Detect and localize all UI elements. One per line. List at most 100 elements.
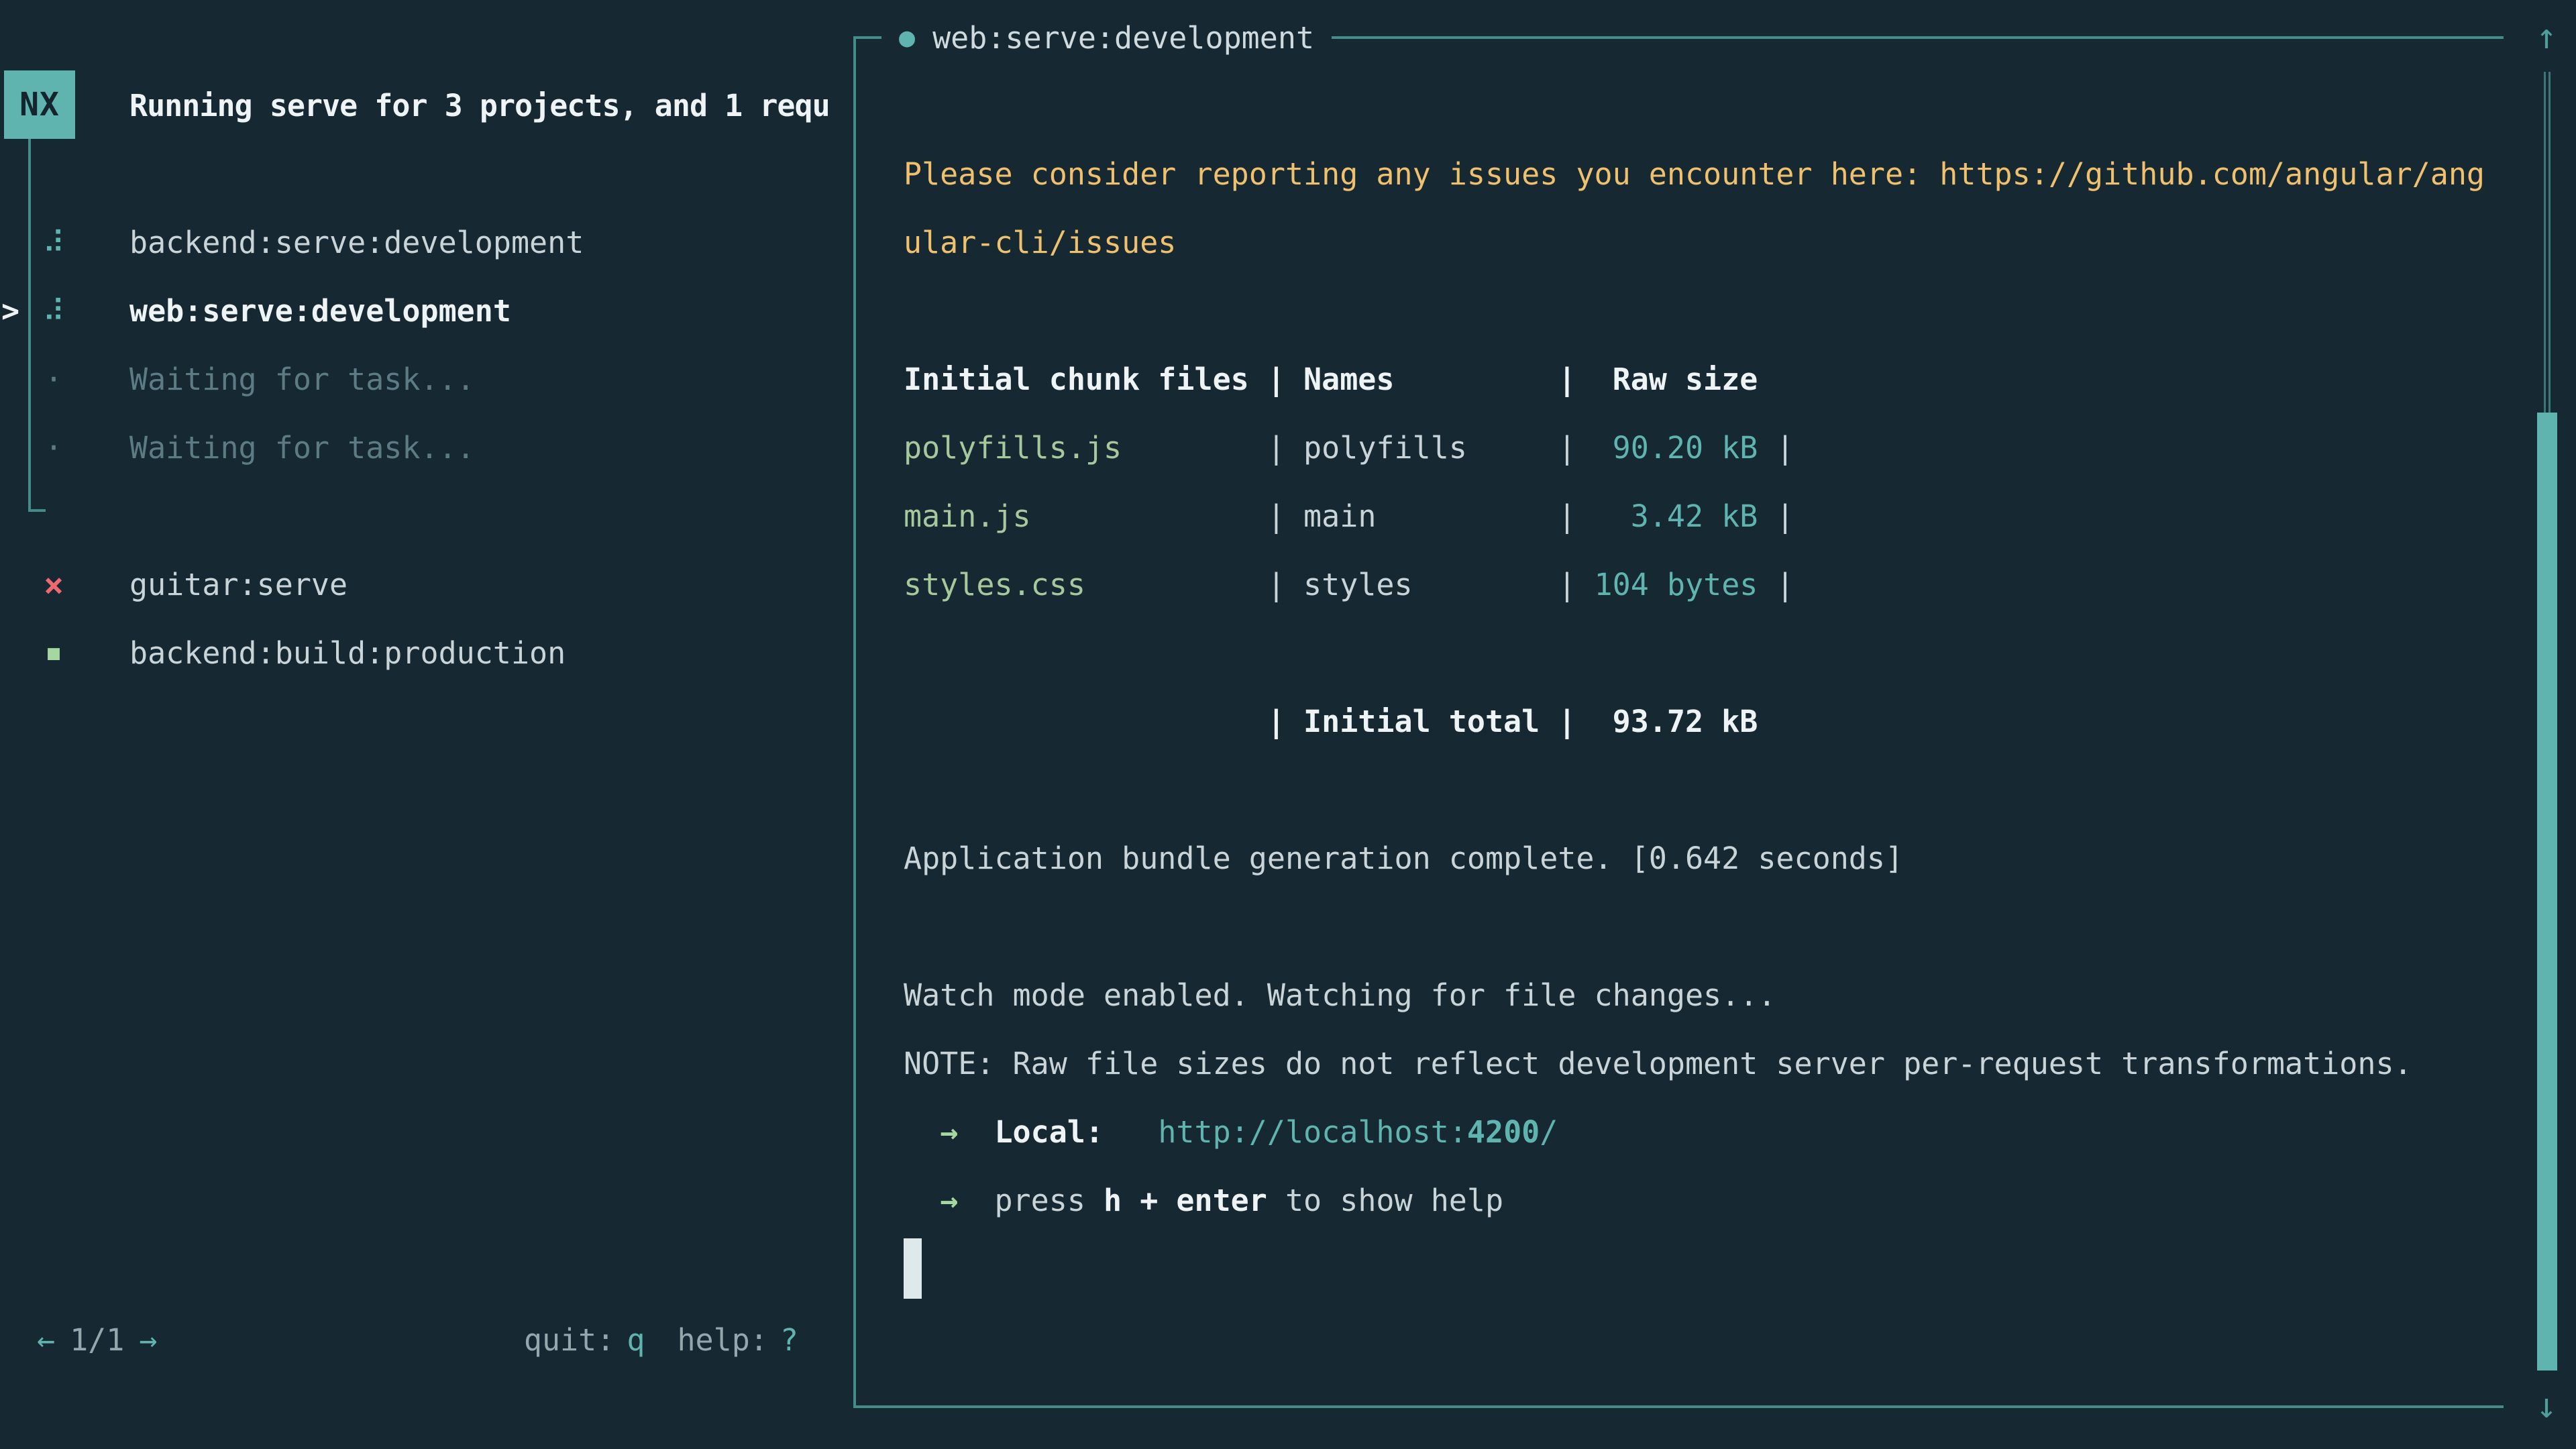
- cross-icon: ×: [39, 551, 68, 619]
- panel-border: [853, 1405, 2504, 1408]
- text-segment: [958, 1114, 994, 1150]
- text-segment: Application bundle generation complete. …: [904, 841, 1903, 876]
- text-segment: | Initial total | 93.72 kB: [904, 704, 1758, 739]
- text-segment: |: [1085, 567, 1303, 602]
- text-segment: Initial chunk files | Names | Raw size: [904, 362, 1758, 397]
- text-segment: polyfills: [1303, 430, 1467, 466]
- arrow-icon: →: [940, 1114, 958, 1150]
- text-segment: 3.42 kB: [1595, 498, 1758, 534]
- terminal-line: | Initial total | 93.72 kB: [904, 688, 2485, 756]
- pager-next-arrow-icon[interactable]: →: [139, 1322, 157, 1358]
- selected-marker-icon: >: [1, 277, 19, 345]
- sidebar-items: ⠼ backend:serve:development > ⠼ web:serve:de…: [0, 209, 852, 688]
- sidebar-item-web-serve-development[interactable]: > ⠼ web:serve:development: [0, 277, 852, 345]
- terminal-line: Initial chunk files | Names | Raw size: [904, 345, 2485, 414]
- text-segment: styles.css: [904, 567, 1085, 602]
- task-label: backend:build:production: [129, 619, 566, 688]
- square-icon: ■: [39, 619, 68, 688]
- text-segment: |: [1413, 567, 1595, 602]
- task-label: Waiting for task...: [129, 414, 475, 482]
- text-segment: [904, 1114, 940, 1150]
- task-label: Waiting for task...: [129, 345, 475, 414]
- sidebar-item-backend-build-production[interactable]: ■ backend:build:production: [0, 619, 852, 688]
- terminal-screen: NX Running serve for 3 projects, and 1 r…: [0, 0, 2576, 1449]
- quit-hint-label: quit:: [524, 1322, 614, 1358]
- terminal-line: Please consider reporting any issues you…: [904, 140, 2485, 209]
- text-segment: |: [1467, 430, 1595, 466]
- text-segment: NOTE: Raw file sizes do not reflect deve…: [904, 1046, 2412, 1081]
- help-key: ?: [780, 1322, 798, 1358]
- scroll-up-arrow-icon[interactable]: ↑: [2529, 10, 2564, 64]
- scrollbar-thumb[interactable]: [2537, 413, 2557, 1371]
- nx-logo: NX: [4, 70, 75, 139]
- spinner-icon: ⠼: [39, 209, 68, 277]
- sidebar-spacer: [0, 482, 852, 551]
- text-segment: ular-cli/issues: [904, 225, 1176, 260]
- local-url-port[interactable]: 4200: [1467, 1114, 1540, 1150]
- sidebar-title: Running serve for 3 projects, and 1 requ: [129, 72, 851, 140]
- text-segment: [1104, 1114, 1158, 1150]
- terminal-line: Watch mode enabled. Watching for file ch…: [904, 961, 2485, 1030]
- dot-icon: ·: [39, 414, 68, 482]
- panel-lines: Please consider reporting any issues you…: [904, 140, 2485, 1303]
- terminal-line: [904, 1235, 2485, 1303]
- terminal-line: [904, 277, 2485, 345]
- text-segment: main.js: [904, 498, 1031, 534]
- text-segment: [958, 1183, 994, 1218]
- text-segment: |: [1758, 498, 1794, 534]
- panel-title-bar: ● web:serve:development: [853, 3, 2504, 72]
- scroll-down-arrow-icon[interactable]: ↓: [2529, 1379, 2564, 1433]
- local-url[interactable]: http://localhost:: [1158, 1114, 1467, 1150]
- task-label: backend:serve:development: [129, 209, 584, 277]
- text-segment: |: [1758, 567, 1794, 602]
- panel-border: [853, 36, 856, 1408]
- text-segment: Please consider reporting any issues you…: [904, 156, 2485, 192]
- terminal-line: main.js | main | 3.42 kB |: [904, 482, 2485, 551]
- text-segment: styles: [1303, 567, 1413, 602]
- task-label: web:serve:development: [129, 277, 511, 345]
- sidebar-item-guitar-serve[interactable]: × guitar:serve: [0, 551, 852, 619]
- terminal-line: [904, 756, 2485, 824]
- text-segment: Local:: [994, 1114, 1104, 1150]
- text-segment: 90.20 kB: [1595, 430, 1758, 466]
- spinner-icon: ⠼: [39, 277, 68, 345]
- text-segment: |: [1122, 430, 1303, 466]
- sidebar-item-waiting-for-task[interactable]: · Waiting for task...: [0, 414, 852, 482]
- text-segment: [904, 1183, 940, 1218]
- terminal-line: → Local: http://localhost:4200/: [904, 1098, 2485, 1167]
- text-segment: |: [1031, 498, 1303, 534]
- terminal-line: styles.css | styles | 104 bytes |: [904, 551, 2485, 619]
- pager-prev-arrow-icon[interactable]: ←: [37, 1322, 55, 1358]
- pager-position: 1/1: [70, 1322, 124, 1358]
- panel-title: web:serve:development: [932, 20, 1314, 56]
- task-label: guitar:serve: [129, 551, 347, 619]
- text-segment: |: [1758, 430, 1794, 466]
- arrow-icon: →: [940, 1183, 958, 1218]
- text-segment: 104 bytes: [1595, 567, 1758, 602]
- terminal-line: → press h + enter to show help: [904, 1167, 2485, 1235]
- text-segment: |: [1376, 498, 1594, 534]
- text-segment: press: [994, 1183, 1104, 1218]
- terminal-cursor: [904, 1238, 922, 1299]
- sidebar-footer: ← 1/1 → quit: q help: ?: [37, 1305, 798, 1374]
- help-hint-label: help:: [677, 1322, 767, 1358]
- sidebar-item-waiting-for-task[interactable]: · Waiting for task...: [0, 345, 852, 414]
- quit-key: q: [627, 1322, 645, 1358]
- text-segment: Watch mode enabled. Watching for file ch…: [904, 977, 1776, 1013]
- dot-icon: ·: [39, 345, 68, 414]
- terminal-line: [904, 893, 2485, 961]
- text-segment: main: [1303, 498, 1376, 534]
- terminal-line: ular-cli/issues: [904, 209, 2485, 277]
- pager: ← 1/1 →: [37, 1322, 157, 1358]
- keyboard-hints: quit: q help: ?: [524, 1322, 798, 1358]
- terminal-line: polyfills.js | polyfills | 90.20 kB |: [904, 414, 2485, 482]
- terminal-line: NOTE: Raw file sizes do not reflect deve…: [904, 1030, 2485, 1098]
- text-segment: polyfills.js: [904, 430, 1122, 466]
- border-segment: [853, 36, 881, 39]
- local-url[interactable]: /: [1540, 1114, 1558, 1150]
- status-bullet-icon: ●: [899, 22, 915, 53]
- sidebar-item-backend-serve-development[interactable]: ⠼ backend:serve:development: [0, 209, 852, 277]
- terminal-line: Application bundle generation complete. …: [904, 824, 2485, 893]
- text-segment: h + enter: [1104, 1183, 1267, 1218]
- border-segment: [1332, 36, 2504, 39]
